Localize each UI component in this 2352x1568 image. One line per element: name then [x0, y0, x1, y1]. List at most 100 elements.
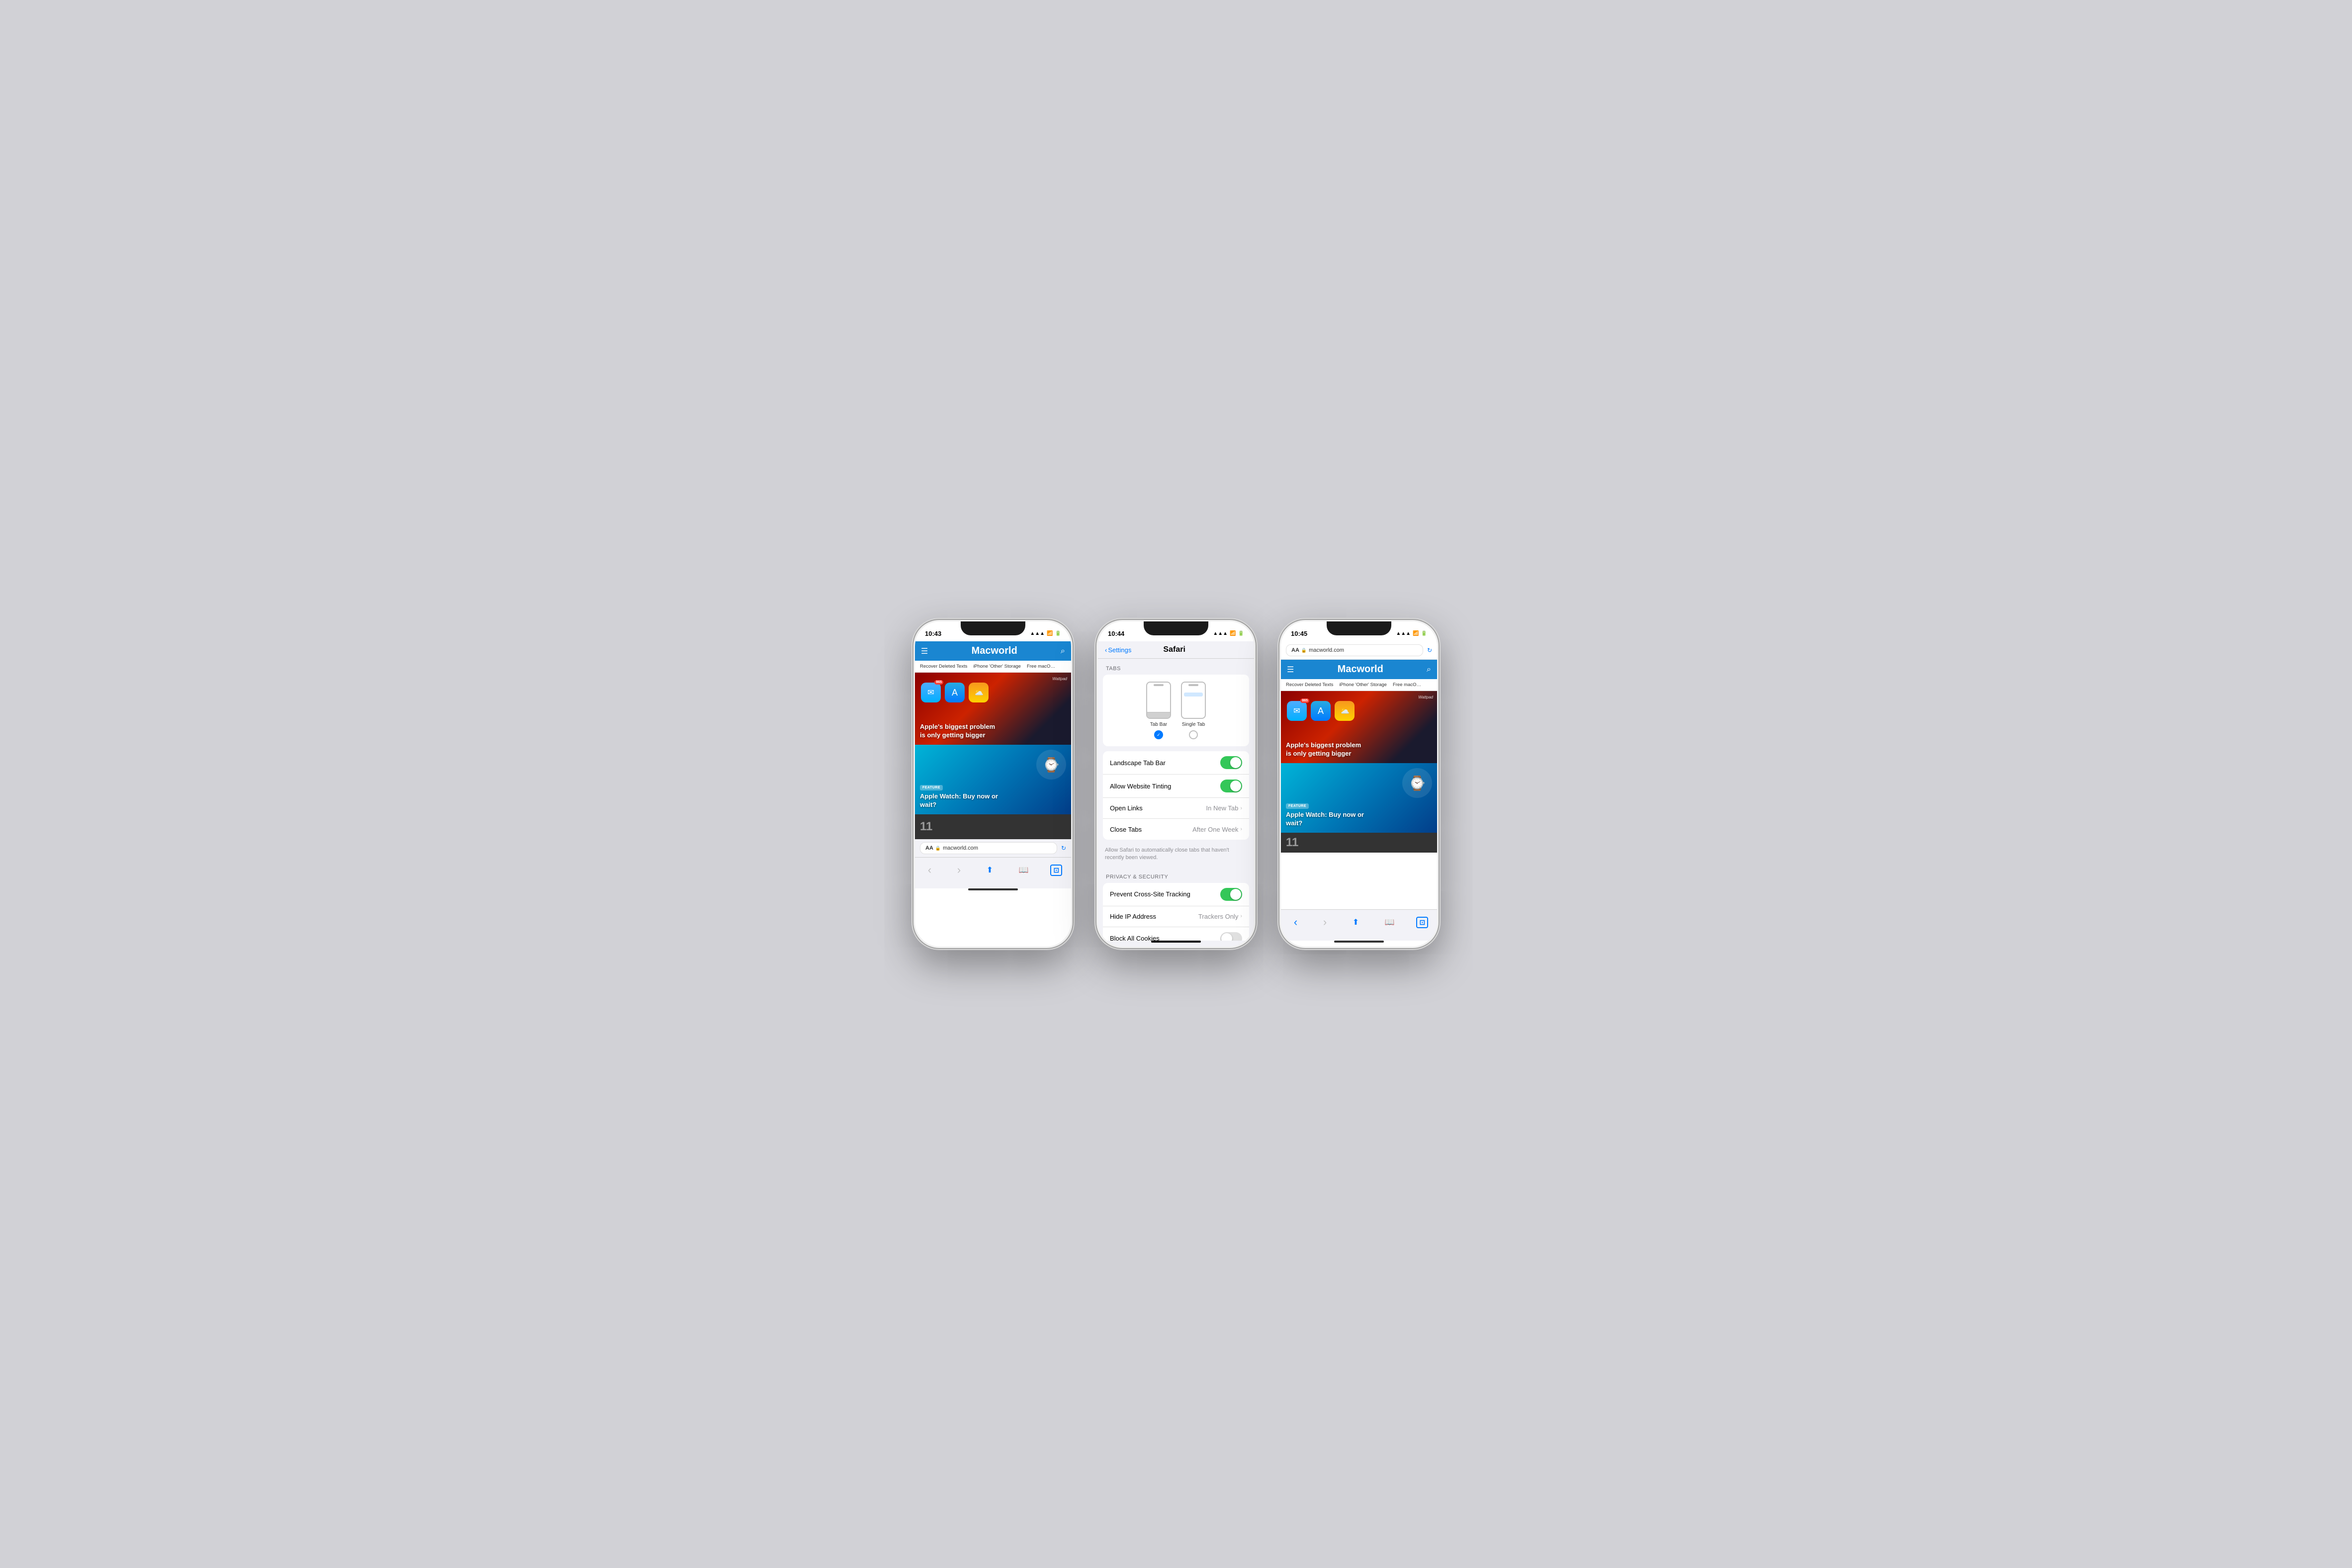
wifi-icon-3: 📶 — [1413, 631, 1419, 636]
aa-label-1[interactable]: AA — [925, 845, 933, 851]
macworld-header-1: ☰ Macworld ⌕ — [915, 641, 1071, 661]
tabs-btn-3[interactable]: ⊡ — [1416, 917, 1428, 928]
phone1: 10:43 ▲▲▲ 📶 🔋 ☰ Macworld ⌕ Recover Delet… — [913, 620, 1073, 948]
safari-bottom-3: ‹ › ⬆︎ 📖 ⊡ — [1281, 909, 1437, 941]
time-3: 10:45 — [1291, 630, 1307, 637]
card-text-1: Apple's biggest problem is only getting … — [920, 723, 995, 740]
back-chevron: ‹ — [1105, 646, 1107, 654]
reload-icon-3[interactable]: ↻ — [1427, 647, 1432, 654]
settings-page-title: Safari — [1131, 645, 1217, 654]
forward-btn-1[interactable]: › — [953, 862, 965, 878]
home-indicator-3 — [1334, 941, 1384, 943]
search-icon-1[interactable]: ⌕ — [1061, 647, 1065, 656]
bookmarks-btn-1[interactable]: 📖 — [1015, 863, 1033, 877]
card-headline-1a: Apple's biggest problem — [920, 723, 995, 731]
share-btn-1[interactable]: ⬆︎ — [983, 863, 997, 877]
close-tabs-note: Allow Safari to automatically close tabs… — [1098, 845, 1254, 867]
time-1: 10:43 — [925, 630, 941, 637]
prevent-tracking-row[interactable]: Prevent Cross-Site Tracking — [1103, 883, 1249, 906]
hide-ip-row[interactable]: Hide IP Address Trackers Only › — [1103, 906, 1249, 927]
macworld-logo-1: Macworld — [928, 645, 1061, 657]
app-icons-3: ✉ 865 A ⛅ — [1287, 701, 1355, 721]
close-tabs-value: After One Week — [1192, 826, 1238, 833]
menu-icon-3[interactable]: ☰ — [1287, 665, 1294, 675]
content-spacer-3 — [1281, 853, 1437, 909]
safari-bottom-1: ‹ › ⬆︎ 📖 ⊡ — [915, 857, 1071, 888]
nav-bar-1: Recover Deleted Texts iPhone 'Other' Sto… — [915, 661, 1071, 673]
tab-option-single[interactable]: Single Tab — [1181, 682, 1206, 739]
block-cookies-toggle[interactable] — [1220, 932, 1242, 941]
card-headline-3-2b: wait? — [1286, 819, 1364, 828]
phone3: 10:45 ▲▲▲ 📶 🔋 AA 🔒 macworld.com ↻ — [1279, 620, 1439, 948]
block-cookies-row[interactable]: Block All Cookies — [1103, 927, 1249, 941]
home-indicator-1 — [968, 888, 1018, 890]
article-card-3-1[interactable]: Wattpad ✉ 865 A ⛅ — [1281, 691, 1437, 763]
close-tabs-row[interactable]: Close Tabs After One Week › — [1103, 819, 1249, 840]
url-text-3: macworld.com — [1309, 647, 1344, 653]
tabs-btn-1[interactable]: ⊡ — [1050, 865, 1062, 876]
lock-icon-3: 🔒 — [1301, 648, 1307, 653]
nav-item-3[interactable]: Free macO… — [1027, 664, 1055, 669]
nav-item-2[interactable]: iPhone 'Other' Storage — [973, 664, 1021, 669]
card-headline-3-1a: Apple's biggest problem — [1286, 741, 1361, 750]
article-card-2[interactable]: ⌚ FEATURE Apple Watch: Buy now or wait? — [915, 745, 1071, 814]
open-links-label: Open Links — [1110, 804, 1206, 812]
prevent-tracking-toggle[interactable] — [1220, 888, 1242, 901]
menu-icon-1[interactable]: ☰ — [921, 646, 928, 656]
tinting-toggle[interactable] — [1220, 780, 1242, 792]
open-links-row[interactable]: Open Links In New Tab › — [1103, 798, 1249, 819]
url-bar-3[interactable]: AA 🔒 macworld.com — [1286, 644, 1423, 656]
wattpad-label-3: Wattpad — [1418, 695, 1433, 699]
tab-bar-radio[interactable]: ✓ — [1154, 730, 1163, 739]
settings-back-label[interactable]: Settings — [1108, 646, 1131, 654]
card-headline-2a: Apple Watch: Buy now or — [920, 792, 998, 801]
nav-item-1[interactable]: Recover Deleted Texts — [920, 664, 967, 669]
url-bar-1[interactable]: AA 🔒 macworld.com — [920, 842, 1057, 854]
tab-bar-label: Tab Bar — [1150, 722, 1167, 727]
nav-item-3-3[interactable]: Free macO… — [1393, 682, 1421, 688]
settings-back-btn[interactable]: ‹ Settings — [1105, 646, 1131, 654]
single-tab-radio[interactable] — [1189, 730, 1198, 739]
status-icons-1: ▲▲▲ 📶 🔋 — [1030, 631, 1061, 636]
settings-body[interactable]: TABS Tab Bar ✓ — [1098, 659, 1254, 941]
notch — [961, 621, 1025, 635]
macworld-logo-3: Macworld — [1294, 664, 1427, 675]
tinting-label: Allow Website Tinting — [1110, 783, 1220, 790]
share-btn-3[interactable]: ⬆︎ — [1349, 915, 1363, 929]
signal-icon-2: ▲▲▲ — [1213, 631, 1228, 636]
nav-item-3-2[interactable]: iPhone 'Other' Storage — [1339, 682, 1387, 688]
website-tinting-row[interactable]: Allow Website Tinting — [1103, 775, 1249, 798]
wifi-icon-1: 📶 — [1047, 631, 1053, 636]
nav-item-3-1[interactable]: Recover Deleted Texts — [1286, 682, 1333, 688]
news-strip-3: 11 — [1281, 833, 1437, 853]
scene: 10:43 ▲▲▲ 📶 🔋 ☰ Macworld ⌕ Recover Delet… — [913, 620, 1439, 948]
landscape-tab-row[interactable]: Landscape Tab Bar — [1103, 751, 1249, 775]
battery-icon-2: 🔋 — [1238, 631, 1244, 636]
aa-label-3[interactable]: AA — [1291, 647, 1299, 653]
status-icons-3: ▲▲▲ 📶 🔋 — [1396, 631, 1427, 636]
back-btn-3[interactable]: ‹ — [1290, 914, 1301, 931]
notch-3 — [1327, 621, 1391, 635]
hide-ip-value: Trackers Only — [1198, 913, 1238, 920]
card-text-3-1: Apple's biggest problem is only getting … — [1286, 741, 1361, 758]
tab-selector: Tab Bar ✓ Single Tab — [1103, 675, 1249, 746]
card-headline-3-1b: is only getting bigger — [1286, 750, 1361, 758]
tab-option-bar[interactable]: Tab Bar ✓ — [1146, 682, 1171, 739]
screen-3: AA 🔒 macworld.com ↻ ☰ Macworld ⌕ Recover… — [1281, 641, 1437, 947]
card-text-2: FEATURE Apple Watch: Buy now or wait? — [920, 782, 998, 809]
status-icons-2: ▲▲▲ 📶 🔋 — [1213, 631, 1244, 636]
card-headline-1b: is only getting bigger — [920, 731, 995, 740]
back-btn-1[interactable]: ‹ — [924, 862, 935, 878]
close-tabs-label: Close Tabs — [1110, 826, 1192, 833]
home-indicator-2 — [1151, 941, 1201, 943]
search-icon-3[interactable]: ⌕ — [1427, 665, 1431, 674]
hide-ip-chevron: › — [1240, 913, 1242, 919]
forward-btn-3[interactable]: › — [1319, 914, 1331, 931]
lock-icon-1: 🔒 — [935, 846, 941, 851]
close-tabs-chevron: › — [1240, 826, 1242, 832]
article-card-1[interactable]: Wattpad ✉ 865 A ⛅ — [915, 673, 1071, 745]
article-card-3-2[interactable]: ⌚ FEATURE Apple Watch: Buy now or wait? — [1281, 763, 1437, 833]
bookmarks-btn-3[interactable]: 📖 — [1381, 915, 1399, 929]
landscape-toggle[interactable] — [1220, 756, 1242, 769]
reload-icon-1[interactable]: ↻ — [1061, 845, 1066, 852]
